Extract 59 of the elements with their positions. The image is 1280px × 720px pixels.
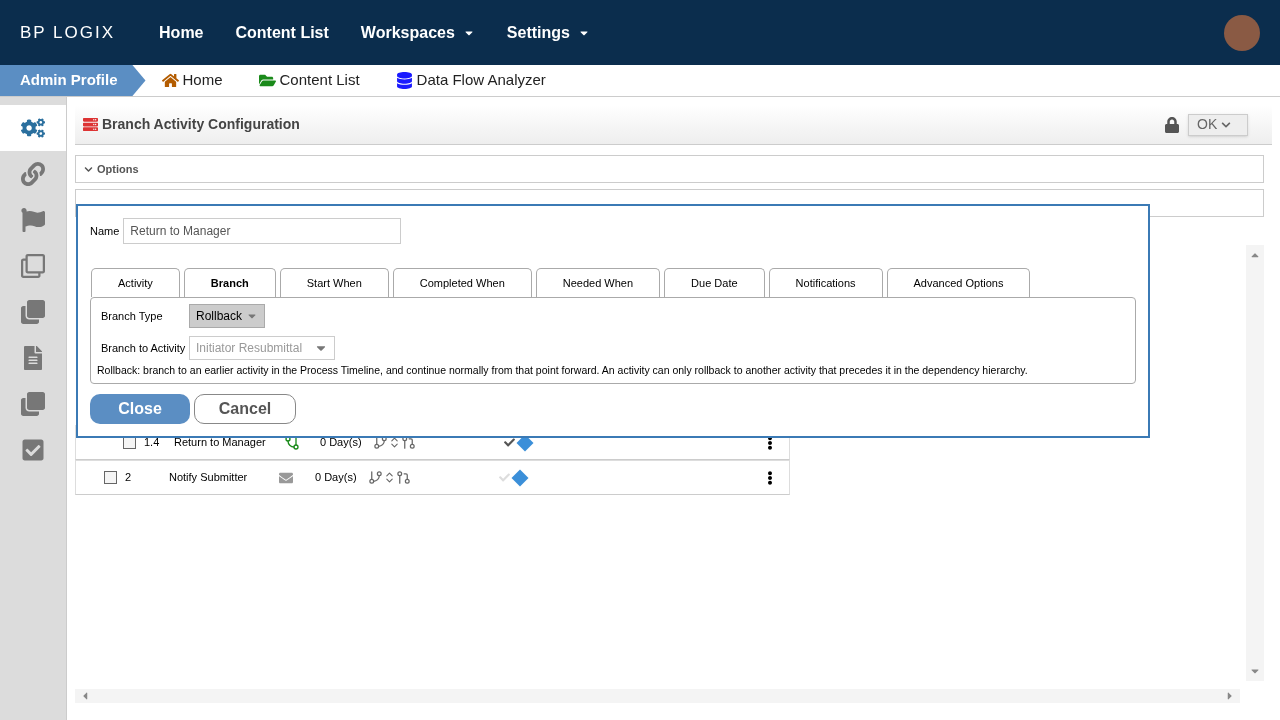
sort-icon [383, 471, 396, 484]
activity-name: Notify Submitter [169, 470, 249, 486]
duration: 0 Day(s) [320, 435, 363, 451]
field-label: Branch to Activity [101, 340, 187, 356]
row-checkbox[interactable] [104, 471, 117, 484]
panel-title: Branch Activity Configuration [102, 115, 300, 134]
breadcrumb-link[interactable]: Data Flow Analyzer [395, 69, 546, 92]
list-icon [83, 117, 98, 132]
envelope-icon [279, 470, 293, 485]
breadcrumb-link[interactable]: Content List [258, 69, 360, 92]
sidebar-item[interactable] [0, 105, 66, 151]
options-section[interactable]: Options [75, 155, 1264, 183]
chevron-icon [1221, 119, 1232, 130]
row-number: 1.4 [144, 435, 161, 451]
breadcrumb-link[interactable]: Home [161, 69, 223, 92]
nav-link[interactable]: Workspaces [360, 20, 475, 45]
dialog-tab[interactable]: Due Date [664, 268, 765, 297]
duration: 0 Day(s) [315, 470, 358, 486]
nav-link[interactable]: Home [159, 20, 204, 45]
row-number: 2 [125, 470, 133, 486]
merge-icon [401, 435, 416, 450]
avatar[interactable] [1224, 14, 1260, 51]
home-icon [161, 72, 179, 89]
field-label: Name [90, 223, 120, 239]
cancel-button[interactable]: Cancel [194, 394, 296, 425]
link-icon [21, 162, 45, 186]
database-icon [395, 72, 413, 89]
dialog-tab[interactable]: Advanced Options [886, 268, 1031, 297]
field-label: Branch Type [101, 308, 164, 324]
section-title: Options [97, 161, 139, 177]
dialog-tab[interactable]: Needed When [535, 268, 661, 297]
nav-link[interactable]: Content List [235, 20, 329, 45]
activity-name: Return to Manager [174, 435, 267, 451]
ok-button[interactable]: OK [1188, 113, 1248, 136]
branch-to-dropdown: Initiator Resubmittal [189, 336, 336, 360]
logo[interactable]: BP LOGIX [20, 19, 116, 46]
settings-icon [21, 116, 45, 140]
branch-type-dropdown[interactable]: Rollback [189, 304, 266, 328]
dialog-tab[interactable]: Completed When [392, 268, 532, 297]
lock-icon [1164, 116, 1180, 133]
checkbox-icon [21, 438, 45, 462]
folder-icon [258, 72, 276, 89]
dialog-tab[interactable]: Start When [279, 268, 389, 297]
sort-icon [388, 436, 401, 449]
merge-icon [396, 470, 411, 485]
name-field[interactable]: Return to Manager [123, 218, 402, 244]
copy-icon [21, 254, 45, 278]
help-text: Rollback: branch to an earlier activity in the Process Timeline, and continue normally from that point forward. An activity can only rollback to another activity that precedes it in the dependency hierarchy. [97, 364, 1029, 378]
document-icon [21, 346, 45, 370]
dialog-tab[interactable]: Branch [183, 268, 276, 297]
dialog-tab[interactable]: Activity [91, 268, 180, 297]
dialog-tab[interactable]: Notifications [768, 268, 883, 297]
chevron-icon [84, 164, 93, 174]
branch-icon [368, 470, 383, 485]
nav-link[interactable]: Settings [506, 20, 590, 45]
activity-row[interactable]: 2 Notify Submitter 0 Day(s) [75, 460, 790, 495]
flag-icon [21, 208, 45, 232]
copy-icon [21, 392, 45, 416]
copy-icon [21, 300, 45, 324]
